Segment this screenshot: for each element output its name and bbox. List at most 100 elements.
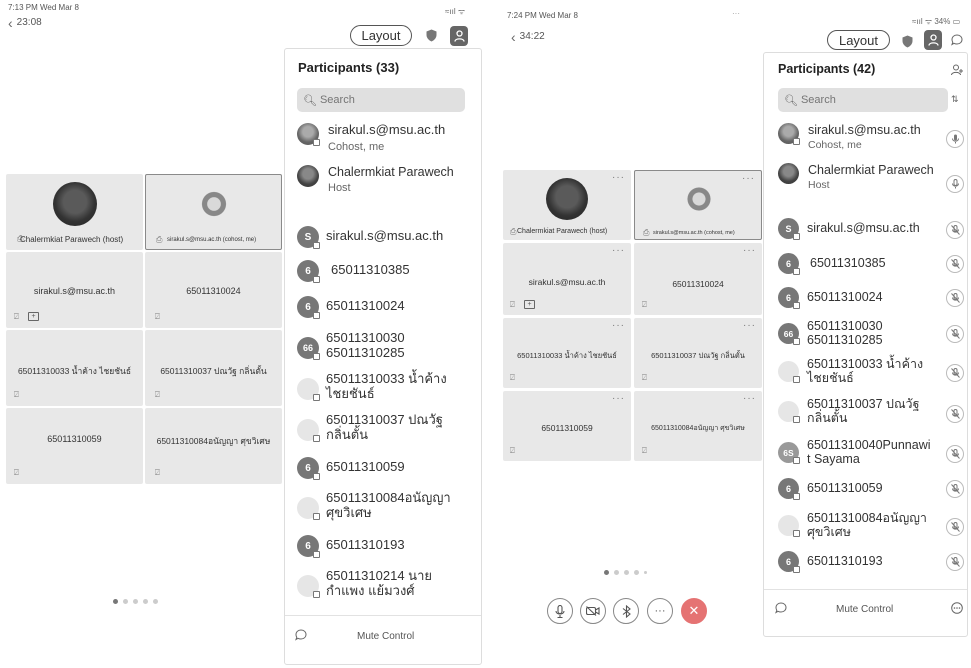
participant-item[interactable]: 66 65011310030 65011310285 — [297, 330, 405, 361]
search-box[interactable]: 🔍︎ — [778, 88, 948, 112]
search-input[interactable] — [800, 94, 921, 106]
more-icon[interactable]: ··· — [612, 172, 625, 183]
video-tile[interactable]: ··· 65011310084อนัญญา ศุขวิเศษ ⍁ — [634, 391, 762, 461]
tile-name: 65011310059 — [47, 434, 102, 444]
mic-button[interactable] — [547, 598, 573, 624]
participant-item[interactable]: 65011310037 ปณวัฐ กลิ่นตั้น — [297, 412, 443, 443]
mute-control-button[interactable]: Mute Control — [357, 631, 414, 642]
participant-item[interactable]: 6 65011310024 — [778, 287, 883, 309]
participants-icon[interactable] — [924, 30, 942, 50]
video-tile[interactable]: ··· sirakul.s@msu.ac.th ⍁ + — [503, 243, 631, 315]
participants-icon[interactable] — [450, 26, 468, 46]
camera-off-icon — [586, 606, 600, 616]
participant-item[interactable]: 6 65011310059 — [297, 457, 405, 480]
page-indicator[interactable] — [604, 570, 647, 575]
video-tile-me[interactable]: ··· ⎙ sirakul.s@msu.ac.th (cohost, me) — [634, 170, 762, 240]
bluetooth-button[interactable] — [613, 598, 639, 624]
share-screen-icon: + — [524, 300, 535, 309]
participant-item[interactable]: 6 65011310385 — [297, 260, 410, 283]
mute-control-button[interactable]: Mute Control — [836, 604, 893, 615]
video-tile[interactable]: 65011310037 ปณวัฐ กลิ่นตั้น ⍁ — [145, 330, 282, 406]
more-icon[interactable]: ··· — [743, 320, 756, 331]
mic-off-icon[interactable] — [946, 445, 964, 463]
more-icon[interactable]: ··· — [742, 173, 755, 184]
mic-off-icon[interactable] — [946, 405, 964, 423]
add-participant-icon[interactable] — [950, 63, 964, 77]
more-button[interactable]: ··· — [647, 598, 673, 624]
participant-item[interactable]: sirakul.s@msu.ac.th Cohost, me — [297, 122, 445, 153]
participant-item[interactable]: 6 65011310024 — [297, 296, 405, 319]
tile-name: 65011310059 — [541, 423, 593, 433]
participant-item[interactable]: 65011310037 ปณวัฐ กลิ่นตั้น — [778, 397, 919, 426]
mic-off-icon[interactable] — [946, 221, 964, 239]
participant-item[interactable]: Chalermkiat Parawech Host — [297, 165, 454, 194]
layout-button[interactable]: Layout — [350, 25, 412, 46]
more-icon[interactable]: ··· — [612, 393, 625, 404]
search-box[interactable]: 🔍︎ — [297, 88, 465, 112]
video-tile-host[interactable]: ··· ⎙ Chalermkiat Parawech (host) — [503, 170, 631, 240]
search-input[interactable] — [319, 94, 440, 106]
mic-off-icon[interactable] — [946, 364, 964, 382]
end-call-button[interactable]: ✕ — [681, 598, 707, 624]
participant-item[interactable]: Chalermkiat Parawech Host — [778, 163, 934, 191]
chat-icon[interactable] — [294, 628, 308, 642]
participant-item[interactable]: S sirakul.s@msu.ac.th — [297, 226, 443, 249]
tile-name: 65011310024 — [186, 286, 241, 296]
video-tile[interactable]: ··· 65011310059 ⍁ — [503, 391, 631, 461]
status-time: 7:13 PM Wed Mar 8 — [8, 3, 79, 12]
back-button[interactable]: ‹ 23:08 — [8, 16, 42, 30]
more-icon[interactable]: ··· — [612, 245, 625, 256]
shield-icon[interactable] — [424, 27, 438, 43]
video-tile[interactable]: 65011310059 ⍁ — [6, 408, 143, 484]
mic-off-icon[interactable] — [946, 255, 964, 273]
chat-icon[interactable] — [950, 33, 964, 47]
video-tile-me[interactable]: ⎙ sirakul.s@msu.ac.th (cohost, me) — [145, 174, 282, 250]
layout-button[interactable]: Layout — [827, 30, 890, 50]
microphone-icon[interactable] — [946, 130, 964, 148]
participant-item[interactable]: 65011310084อนัญญา ศุขวิเศษ — [778, 511, 927, 540]
mic-off-icon[interactable] — [946, 553, 964, 571]
video-tile[interactable]: 65011310084อนัญญา ศุขวิเศษ ⍁ — [145, 408, 282, 484]
participant-item[interactable]: 6 65011310385 — [778, 253, 886, 275]
microphone-icon[interactable] — [946, 175, 964, 193]
participant-item[interactable]: 6 65011310193 — [297, 535, 405, 558]
participant-item[interactable]: 65011310084อนัญญา ศุขวิเศษ — [297, 490, 451, 521]
network-status: ≈ııl ᯤ — [445, 7, 466, 16]
mic-off-icon: ⍁ — [642, 446, 647, 455]
video-tile-host[interactable]: ⎙ Chalermkiat Parawech (host) — [6, 174, 143, 250]
video-tile[interactable]: 65011310033 น้ำค้าง ไชยชันธ์ ⍁ — [6, 330, 143, 406]
participant-item[interactable]: 6 65011310193 — [778, 551, 883, 573]
more-icon[interactable]: ··· — [612, 320, 625, 331]
camera-button[interactable] — [580, 598, 606, 624]
mic-off-icon[interactable] — [946, 480, 964, 498]
participant-item[interactable]: 65011310033 น้ำค้าง ไชยชันธ์ — [778, 357, 923, 386]
page-indicator[interactable] — [113, 599, 158, 604]
mic-off-icon[interactable] — [946, 518, 964, 536]
participant-item[interactable]: 6S 65011310040Punnawi t Sayama — [778, 438, 931, 467]
shield-icon[interactable] — [900, 33, 914, 49]
video-tile[interactable]: sirakul.s@msu.ac.th ⍁ + — [6, 252, 143, 328]
sort-icon[interactable]: ⇅ — [951, 94, 959, 105]
chat-icon[interactable] — [774, 601, 788, 615]
participant-item[interactable]: 66 65011310030 65011310285 — [778, 319, 883, 348]
video-tile[interactable]: ··· 65011310024 ⍁ — [634, 243, 762, 315]
back-button[interactable]: ‹ 34:22 — [511, 30, 545, 44]
tile-name: Chalermkiat Parawech (host) — [517, 228, 608, 235]
more-icon[interactable]: ··· — [743, 245, 756, 256]
avatar — [778, 515, 800, 537]
participant-item[interactable]: 65011310214 นาย กำแพง แย้มวงศ์ — [297, 568, 432, 599]
participant-item[interactable]: S sirakul.s@msu.ac.th — [778, 218, 920, 240]
more-icon[interactable] — [950, 601, 964, 615]
tile-name: 65011310084อนัญญา ศุขวิเศษ — [651, 425, 745, 432]
video-tile[interactable]: ··· 65011310033 น้ำค้าง ไชยชันธ์ ⍁ — [503, 318, 631, 388]
more-icon[interactable]: ··· — [743, 393, 756, 404]
participant-item[interactable]: 6 65011310059 — [778, 478, 883, 500]
participant-item[interactable]: sirakul.s@msu.ac.th Cohost, me — [778, 123, 921, 151]
mic-off-icon[interactable] — [946, 289, 964, 307]
tile-name: 65011310084อนัญญา ศุขวิเศษ — [156, 436, 271, 446]
video-tile[interactable]: ··· 65011310037 ปณวัฐ กลิ่นตั้น ⍁ — [634, 318, 762, 388]
participant-item[interactable]: 65011310033 น้ำค้าง ไชยชันธ์ — [297, 371, 447, 402]
mic-off-icon[interactable] — [946, 325, 964, 343]
microphone-icon — [555, 604, 565, 618]
video-tile[interactable]: 65011310024 ⍁ — [145, 252, 282, 328]
